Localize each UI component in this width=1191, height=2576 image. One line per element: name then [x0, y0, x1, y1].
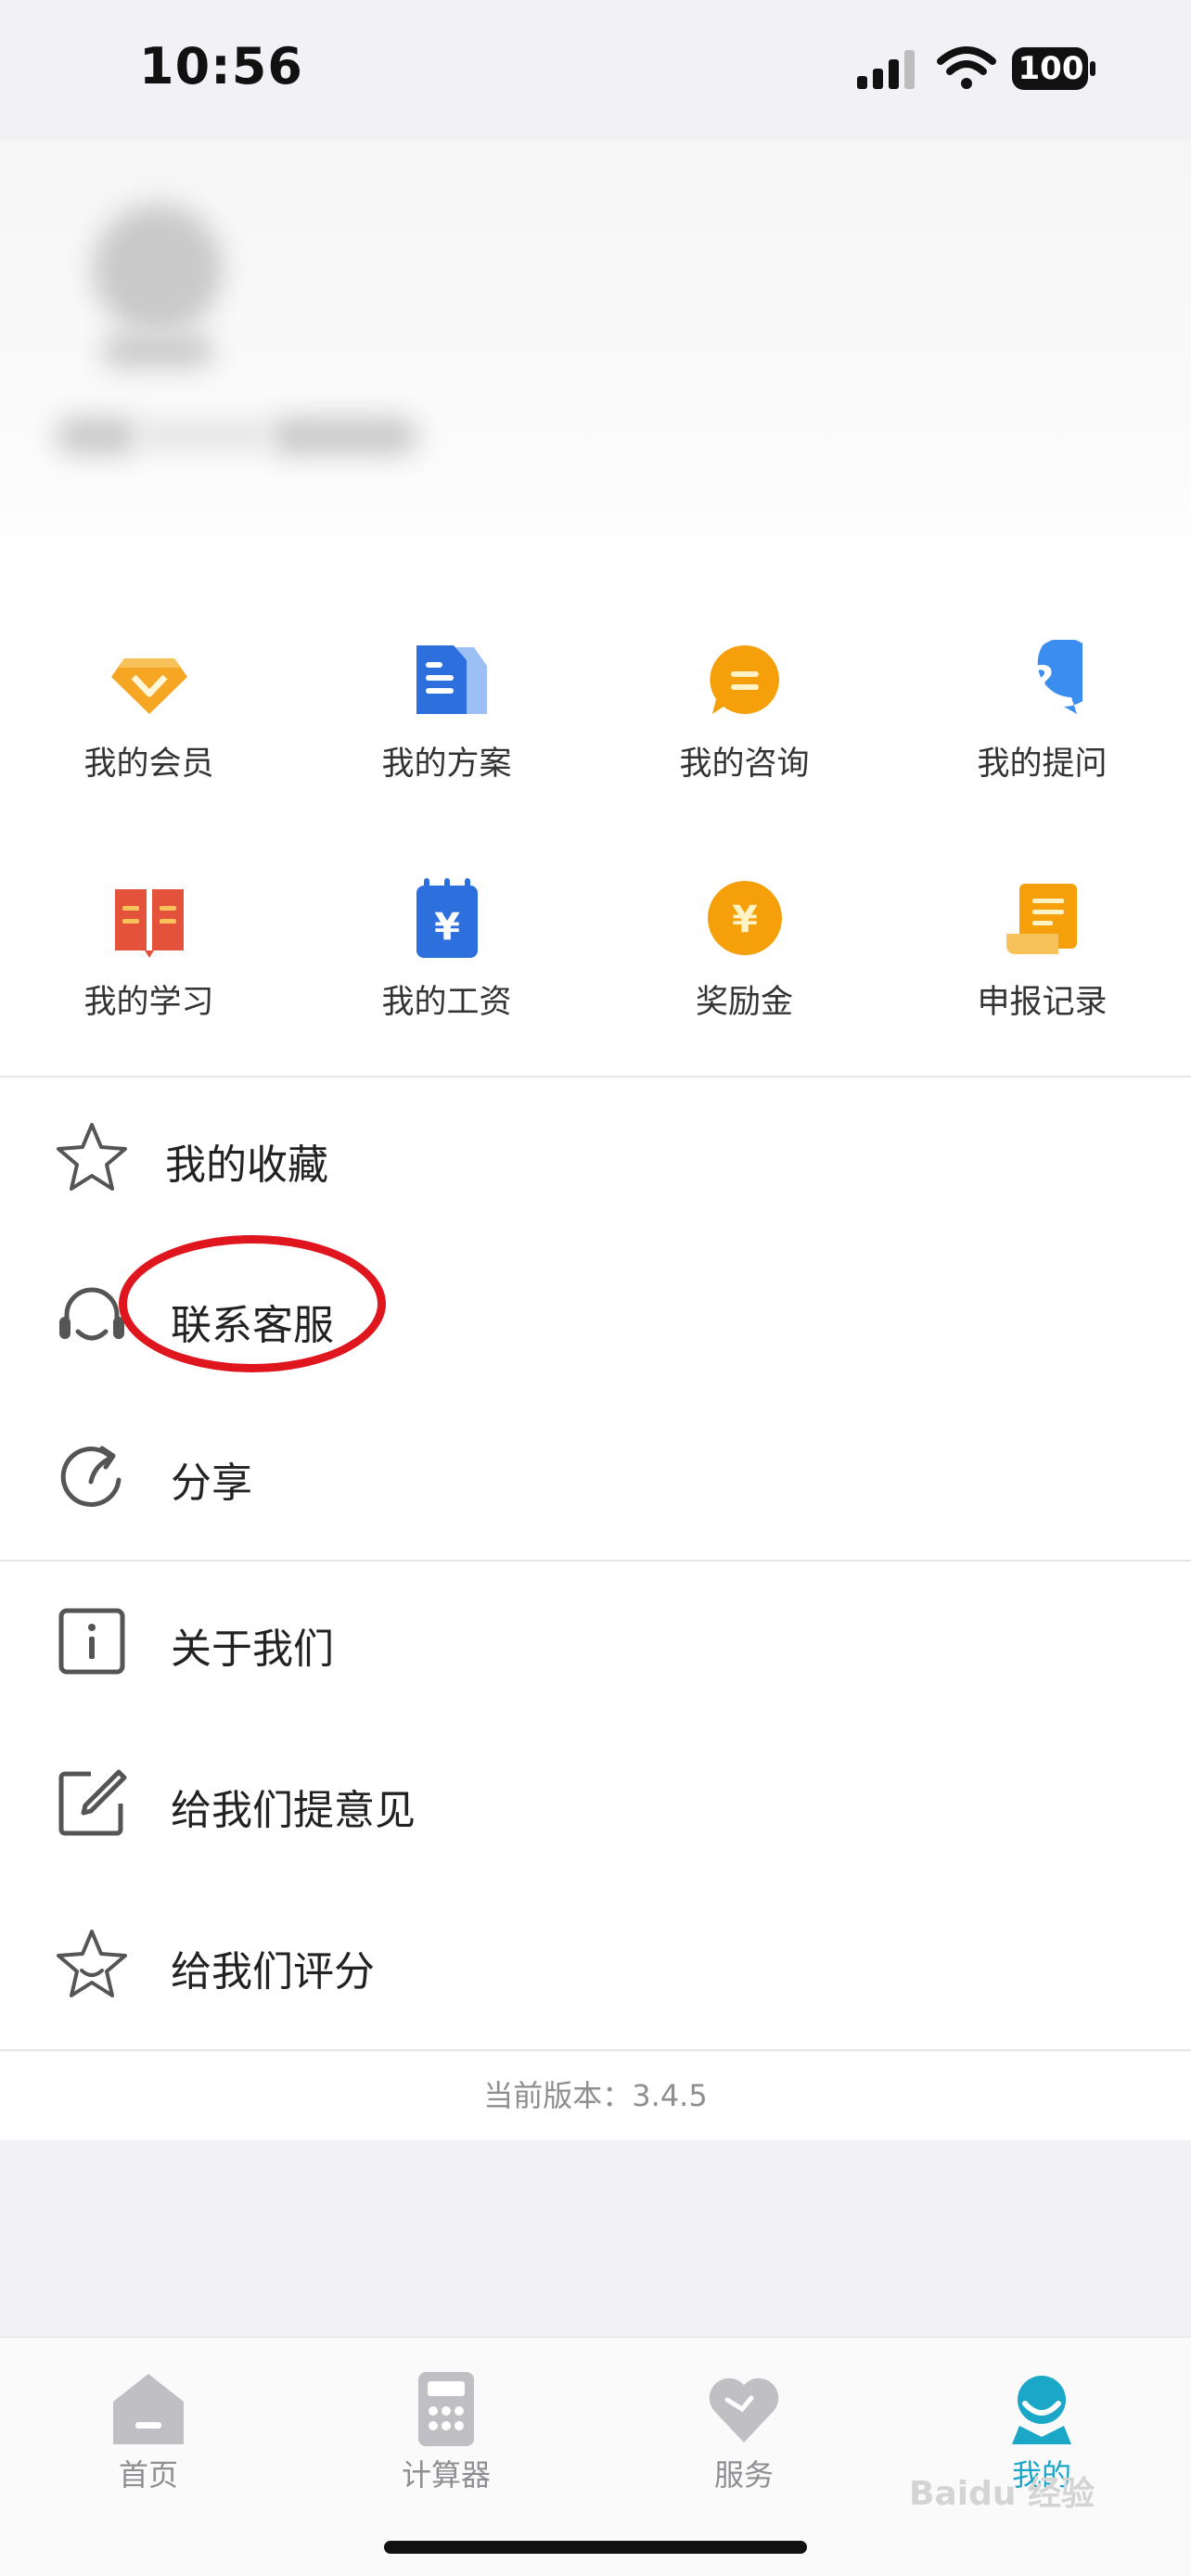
home-indicator[interactable]: [384, 2541, 807, 2554]
coin-icon: ¥: [708, 881, 782, 955]
avatar[interactable]: [93, 204, 223, 334]
menu-item-label: 我的收藏: [165, 1141, 328, 1189]
feature-grid: 我的会员 我的方案 我的咨询 ? 我的提问 我的学习 ¥ 我的工资 ¥ 奖励金 …: [0, 575, 1191, 1076]
grid-item-salary[interactable]: ¥ 我的工资: [298, 813, 596, 1021]
grid-item-reward[interactable]: ¥ 奖励金: [596, 813, 893, 1021]
profile-info-blur-2: [269, 417, 417, 454]
tab-label: 首页: [118, 2457, 178, 2493]
grid-item-label: 我的工资: [381, 984, 512, 1021]
status-bar: 10:56 100: [0, 0, 1191, 139]
menu-item-share[interactable]: 分享: [0, 1396, 1191, 1553]
grid-item-label: 申报记录: [977, 984, 1108, 1021]
grid-item-plan[interactable]: 我的方案: [298, 575, 596, 783]
grid-item-questions[interactable]: ? 我的提问: [893, 575, 1191, 783]
tab-home[interactable]: 首页: [56, 2359, 241, 2498]
status-time: 10:56: [139, 37, 303, 96]
grid-item-membership[interactable]: 我的会员: [0, 575, 298, 783]
info-icon: [58, 1608, 125, 1675]
rating-star-icon: [57, 1930, 127, 1997]
grid-item-label: 我的方案: [381, 746, 512, 783]
grid-item-consult[interactable]: 我的咨询: [596, 575, 893, 783]
grid-item-label: 我的学习: [83, 984, 214, 1021]
tab-services[interactable]: 服务: [651, 2359, 837, 2498]
version-text: 当前版本：3.4.5: [0, 2051, 1191, 2140]
tab-calculator[interactable]: 计算器: [353, 2359, 539, 2498]
grid-item-learning[interactable]: 我的学习: [0, 813, 298, 1021]
book-icon: [115, 889, 184, 958]
tab-label: 计算器: [401, 2457, 491, 2493]
menu-item-favorites[interactable]: 我的收藏: [0, 1078, 1191, 1235]
headset-icon: [59, 1287, 124, 1341]
grid-item-label: 我的会员: [83, 746, 214, 783]
menu-item-label: 分享: [171, 1460, 252, 1507]
svg-text:¥: ¥: [732, 899, 758, 941]
profile-icon: [1012, 2376, 1071, 2444]
grid-item-label: 奖励金: [695, 984, 793, 1021]
menu-item-label: 给我们提意见: [171, 1787, 416, 1834]
chat-bubble-icon: [710, 644, 779, 714]
profile-screen: 10:56 100 我的会员 我的方案 我的咨询 ? 我的提问 我的学习 ¥ 我…: [0, 0, 1191, 2576]
menu-item-label: 关于我们: [171, 1626, 334, 1673]
calculator-icon: [418, 2372, 474, 2446]
cellular-signal-icon: [857, 50, 915, 89]
grid-item-label: 我的咨询: [679, 746, 810, 783]
profile-info-blur-1: [56, 417, 139, 454]
highlight-circle: [119, 1235, 386, 1372]
profile-header[interactable]: [0, 139, 1191, 575]
menu-item-rate[interactable]: 给我们评分: [0, 1884, 1191, 2042]
document-icon: [416, 645, 487, 714]
diamond-icon: [111, 658, 187, 714]
star-icon: [57, 1123, 127, 1191]
grid-item-label: 我的提问: [977, 746, 1108, 783]
menu-item-feedback[interactable]: 给我们提意见: [0, 1723, 1191, 1881]
menu-item-about[interactable]: 关于我们: [0, 1562, 1191, 1719]
grid-item-filing-records[interactable]: 申报记录: [893, 813, 1191, 1021]
tab-label: 服务: [713, 2457, 774, 2493]
profile-info-blur-3: [139, 422, 269, 448]
svg-text:¥: ¥: [434, 906, 460, 949]
question-bubble-icon: ?: [1031, 640, 1082, 714]
share-icon: [60, 1446, 122, 1507]
wifi-icon: [937, 46, 996, 89]
watermark: Baidu 经验: [909, 2475, 1095, 2513]
menu-group-secondary: 关于我们 给我们提意见 给我们评分: [0, 1562, 1191, 2049]
salary-slip-icon: ¥: [416, 878, 478, 958]
profile-name-blur: [102, 334, 213, 367]
edit-icon: [58, 1769, 127, 1836]
heart-icon: [709, 2378, 779, 2442]
scroll-icon: [1006, 884, 1077, 954]
svg-text:?: ?: [1031, 657, 1054, 703]
battery-level: 100: [1018, 50, 1084, 87]
menu-item-label: 给我们评分: [171, 1948, 375, 1996]
home-icon: [113, 2374, 184, 2444]
